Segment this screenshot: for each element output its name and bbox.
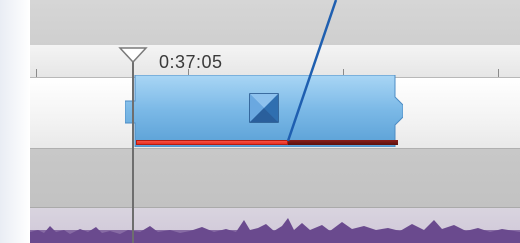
callout-line [286,0,338,142]
